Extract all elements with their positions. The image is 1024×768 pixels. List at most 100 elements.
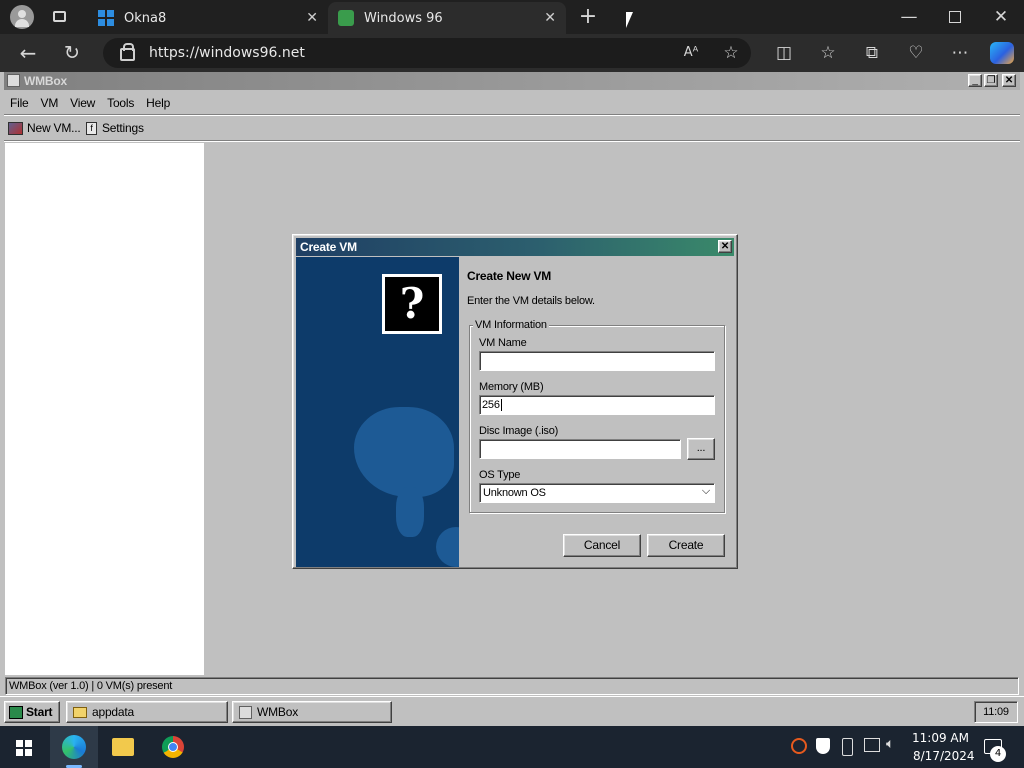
divider [4,140,1020,142]
cancel-label: Cancel [583,538,621,552]
start-label: Start [26,705,53,719]
usb-tray-icon[interactable] [842,738,853,756]
tab-windows96[interactable]: Windows 96 ✕ [328,2,566,34]
taskbar-item-label: appdata [92,705,134,719]
dialog-title: Create VM [300,240,357,254]
create-vm-dialog: Create VM ✕ ? Create New VM Enter the VM… [292,234,738,569]
settings-icon: f [86,121,97,135]
memory-input[interactable]: 256 [479,395,715,415]
profile-avatar[interactable] [10,5,34,29]
minimize-window-icon[interactable]: — [894,2,924,32]
watermark-dot-icon [436,527,459,567]
cancel-button[interactable]: Cancel [563,534,641,557]
w96-start-button[interactable]: Start [4,701,60,723]
new-tab-icon[interactable]: + [574,2,602,32]
disc-image-label: Disc Image (.iso) [479,425,559,437]
browser-essentials-icon[interactable]: ♡ [902,38,930,68]
split-screen-icon[interactable]: ◫ [770,38,798,68]
windows-start-icon[interactable] [16,740,32,756]
w96-clock-text: 11:09 [983,706,1009,718]
memory-label: Memory (MB) [479,381,544,393]
tab-title: Windows 96 [364,10,443,26]
dialog-titlebar: Create VM ✕ [296,238,734,256]
collections-icon[interactable]: ⧉ [858,38,886,68]
help-question-icon: ? [382,274,442,334]
menu-view[interactable]: View [64,94,101,112]
clock-date[interactable]: 8/17/2024 [913,749,975,763]
windows-logo-icon [98,10,114,26]
file-explorer-icon[interactable] [112,738,134,756]
question-mark-watermark-icon [354,407,454,497]
windows-taskbar: 🔈︎ 11:09 AM 8/17/2024 4 [0,726,1024,768]
wmbox-app-icon [7,74,20,87]
address-bar[interactable]: https://windows96.net Aᴬ ☆ [103,38,751,68]
vm-list-panel[interactable] [5,143,204,675]
menu-vm[interactable]: VM [35,94,65,112]
restore-window-icon[interactable] [949,11,961,23]
dialog-heading: Create New VM [467,269,552,283]
tab-actions-icon[interactable] [46,2,74,32]
favorite-star-icon[interactable]: ☆ [719,38,743,68]
watermark-tail-icon [396,487,424,537]
divider [4,114,1020,116]
browse-button[interactable]: ... [687,438,715,460]
search-tray-icon[interactable] [791,738,807,754]
tab-okna8[interactable]: Okna8 ✕ [88,4,328,32]
folder-icon [73,706,87,718]
chevron-down-icon: ⌵ [701,485,710,497]
start-logo-icon [9,705,23,719]
refresh-icon[interactable]: ↻ [58,38,86,68]
menu-tools[interactable]: Tools [101,94,140,112]
status-text: WMBox (ver 1.0) | 0 VM(s) present [9,680,173,692]
vm-name-label: VM Name [479,337,527,349]
edge-taskbar-icon[interactable] [50,726,98,768]
copilot-icon[interactable] [990,42,1014,64]
more-options-icon[interactable]: ⋯ [946,38,974,68]
read-aloud-icon[interactable]: Aᴬ [679,38,703,68]
menu-help[interactable]: Help [140,94,176,112]
w96-taskbar: Start appdata WMBox 11:09 [0,696,1024,726]
settings-label: Settings [102,121,144,135]
w96-clock: 11:09 [974,701,1018,723]
network-tray-icon[interactable] [864,738,880,752]
wmbox-maximize-button[interactable]: ❐ [984,74,998,87]
browser-tab-strip: Okna8 ✕ Windows 96 ✕ + — ✕ [0,0,1024,34]
dialog-close-button[interactable]: ✕ [718,240,732,253]
create-button[interactable]: Create [647,534,725,557]
mouse-cursor-icon [626,12,633,28]
vm-name-input[interactable] [479,351,715,371]
wmbox-minimize-button[interactable]: _ [968,74,982,87]
wmbox-titlebar: WMBox _ ❐ ✕ [4,72,1020,90]
create-label: Create [668,538,704,552]
memory-value: 256 [482,399,502,411]
os-type-value: Unknown OS [483,487,546,499]
settings-button[interactable]: f Settings [86,119,144,137]
wmbox-title: WMBox [24,74,67,88]
close-tab-icon[interactable]: ✕ [544,10,556,26]
notification-badge: 4 [990,746,1006,762]
win96-desktop: WMBox _ ❐ ✕ File VM View Tools Help New … [0,72,1024,726]
volume-muted-tray-icon[interactable]: 🔈︎ [886,736,894,752]
wmbox-menubar: File VM View Tools Help [4,94,176,112]
chrome-icon[interactable] [162,736,184,758]
new-vm-button[interactable]: New VM... [8,119,81,137]
os-type-select[interactable]: Unknown OS ⌵ [479,483,715,503]
favorites-icon[interactable]: ☆ [814,38,842,68]
tab-title: Okna8 [124,10,167,26]
menu-file[interactable]: File [4,94,35,112]
close-tab-icon[interactable]: ✕ [306,10,318,26]
taskbar-item-label: WMBox [257,705,299,719]
dialog-side-art: ? [296,257,459,567]
defender-tray-icon[interactable] [816,738,830,754]
disc-image-input[interactable] [479,439,681,459]
new-vm-label: New VM... [27,121,81,135]
w96-taskbar-item-wmbox[interactable]: WMBox [232,701,392,723]
w96-taskbar-item-appdata[interactable]: appdata [66,701,228,723]
lock-shackle-icon [123,43,134,51]
clock-time[interactable]: 11:09 AM [912,731,969,745]
wmbox-close-button[interactable]: ✕ [1002,74,1016,87]
wmbox-statusbar: WMBox (ver 1.0) | 0 VM(s) present [5,677,1019,695]
back-icon[interactable]: ← [14,38,42,68]
close-window-icon[interactable]: ✕ [986,2,1016,32]
browse-label: ... [696,442,706,454]
